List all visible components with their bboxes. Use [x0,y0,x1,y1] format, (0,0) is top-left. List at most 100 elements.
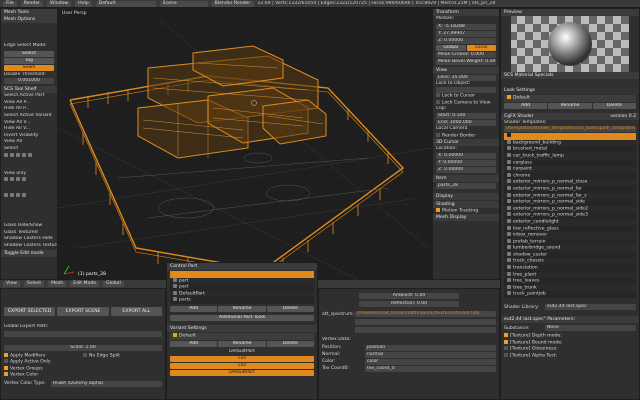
shelf-btn-2[interactable]: View All P... [1,100,57,107]
shelf-btn-4[interactable]: Select Active Variant [1,113,57,120]
transform-header[interactable]: Transform [433,9,499,16]
template-item[interactable]: exterior_mirrors_p_normal_side3 [504,212,636,219]
look-delete-button[interactable]: Delete [592,102,636,109]
global-export-path-field[interactable] [4,330,162,337]
cursor-3d-header[interactable]: 3D Cursor [433,139,499,147]
preview-header[interactable]: Preview [501,9,639,16]
export-selected-button[interactable]: EXPORT SELECTED [4,307,56,316]
invert-visibility-button[interactable]: Invert Visibility [1,133,57,140]
template-item[interactable]: brushed_metal [504,146,636,153]
shadow-casters-textured-button[interactable]: Shadow Casters Textured [1,243,57,250]
template-item[interactable]: chrome [504,172,636,180]
viewport-3d[interactable]: User Persp (1) parts_28 [58,8,432,280]
template-item[interactable]: tree_leaves [504,278,636,285]
layout-select[interactable]: Default [95,0,156,7]
variant-add-button[interactable]: Add [170,340,218,347]
variant-part-toggle[interactable]: coll [170,363,314,370]
shelf-btn-1[interactable]: Select Active Part [1,93,57,100]
template-item[interactable]: exterior_mirrors_p_normal_far_s [504,192,636,200]
item-name-field[interactable]: parts_28 [436,182,496,189]
template-item[interactable]: inbox_remover [504,232,636,239]
template-item[interactable]: tree_trunk [504,284,636,292]
template-item[interactable]: exterior_candlelight [504,218,636,226]
z-field[interactable]: Z: 0.00000 [436,37,496,44]
display-header[interactable]: Display [433,192,499,200]
glass-textured-button[interactable]: Glass Textured [1,230,57,237]
template-path-field[interactable]: //templates/shader_templates/scs_basic/p… [504,126,636,133]
param-bound-mode[interactable]: [Texture] Bound mode: [501,339,639,347]
scale-field[interactable]: Scale: 1.00 [4,344,162,351]
export-scene-button[interactable]: EXPORT SCENE [57,307,109,316]
cursor-y-field[interactable]: Y: 0.00000 [436,159,496,166]
vertex-color-type-select[interactable]: RGBA (Dummy alpha) [51,380,162,387]
additional-part-tools-button[interactable]: Additional Part Tools [170,314,314,321]
shader-library-field[interactable]: eut2.44 last.spec [545,304,636,311]
glass-hide-button[interactable]: Glass Hide/Show [1,223,57,230]
normal-field[interactable]: normal [365,351,496,358]
variant-rename-button[interactable]: Rename [218,340,266,347]
look-add-button[interactable]: Add [504,102,548,109]
mode-select[interactable]: Edit Mode [70,281,100,287]
template-item[interactable]: prefab_terrain [504,238,636,246]
item-header[interactable]: Item [433,174,499,182]
mesh-options-header[interactable]: Mesh Options [1,16,57,23]
mean-crease-field[interactable]: Mean Crease: 0.000 [436,51,496,58]
part-item[interactable]: part [170,277,314,285]
scs-tool-shelf-header[interactable]: SCS Tool Shelf [1,86,57,94]
template-item-selected[interactable] [504,133,636,140]
template-item[interactable]: truck_paintjob [504,291,636,298]
pivot-select[interactable]: Global [103,281,124,287]
bottom-menu-select[interactable]: Select [23,281,45,287]
seam-button[interactable]: Seam [4,64,54,71]
toggle-edit-mode-header[interactable]: Toggle Edit mode [1,249,57,257]
active-only-checkbox[interactable]: Apply Active Only [1,359,165,366]
double-threshold-field[interactable]: 0.001000 [4,78,54,85]
motion-tracking-checkbox[interactable]: Motion Tracking [433,207,499,215]
export-all-button[interactable]: EXPORT ALL [110,307,162,316]
substance-field[interactable]: None [545,325,636,332]
cgfx-shader-header[interactable]: CgFX Shader version 0.2 [501,112,639,120]
render-border-checkbox[interactable]: Render Border [433,132,499,140]
select-button[interactable]: Select [4,50,54,57]
lock-camera-checkbox[interactable]: Lock Camera to View [433,99,499,107]
engine-select[interactable]: Blender Render [211,0,254,7]
part-delete-button[interactable]: Delete [266,305,314,312]
part-add-button[interactable]: Add [170,305,218,312]
template-item[interactable]: translation [504,265,636,272]
template-item[interactable]: exterior_mirrors_p_normal_far [504,185,636,193]
bottom-menu-mesh[interactable]: Mesh [48,281,67,287]
variant-default-item[interactable]: Default [170,332,314,340]
menu-window[interactable]: Window [47,0,72,7]
spectrum-row-3[interactable] [355,327,496,333]
parameters-header[interactable]: eut2.44 last.spec" Parameters: [501,316,639,324]
part-rename-button[interactable]: Rename [218,305,266,312]
ambient-field[interactable]: Ambient: 0.00 [359,293,459,299]
no-edge-split-checkbox[interactable]: No Edge Split [83,352,162,360]
look-default-item[interactable]: Default [504,95,636,102]
variant-part-toggle[interactable]: coll [170,356,314,363]
look-settings-header[interactable]: Look Settings [501,87,639,94]
vertex-color-checkbox[interactable]: Vertex Color [1,372,165,379]
shading-header[interactable]: Shading [433,200,499,208]
param-glossiness[interactable]: [Texture] Glossiness: [501,346,639,353]
template-item[interactable]: exterior_mirrors_p_normal_side2 [504,205,636,213]
apply-modifiers-checkbox[interactable]: Apply Modifiers [4,352,83,360]
mesh-display-header[interactable]: Mesh Display [433,214,499,222]
vertex-groups-checkbox[interactable]: Vertex Groups [1,365,165,373]
cursor-x-field[interactable]: X: 0.00000 [436,152,496,159]
att-spectrum-field[interactable]: //models/road_terrain/kathmandu/textures… [355,311,496,317]
variant-part-toggle[interactable]: DefaultPart [170,370,314,377]
part-item[interactable]: DefaultPart [170,290,314,298]
part-item[interactable]: parts [170,297,314,304]
y-field[interactable]: Y: 27.49947 [436,30,496,37]
template-item[interactable]: background_building [504,139,636,147]
menu-render[interactable]: Render [20,0,44,7]
x-field[interactable]: X: -5.18288 [436,23,496,30]
template-item[interactable]: truck_chassis [504,258,636,266]
menu-help[interactable]: Help [75,0,92,7]
template-item[interactable]: tree_plant [504,271,636,279]
local-toggle[interactable]: Local [466,44,496,51]
position-field[interactable]: position [365,344,496,351]
menu-file[interactable]: File [3,0,17,7]
part-item-selected[interactable] [170,271,314,278]
